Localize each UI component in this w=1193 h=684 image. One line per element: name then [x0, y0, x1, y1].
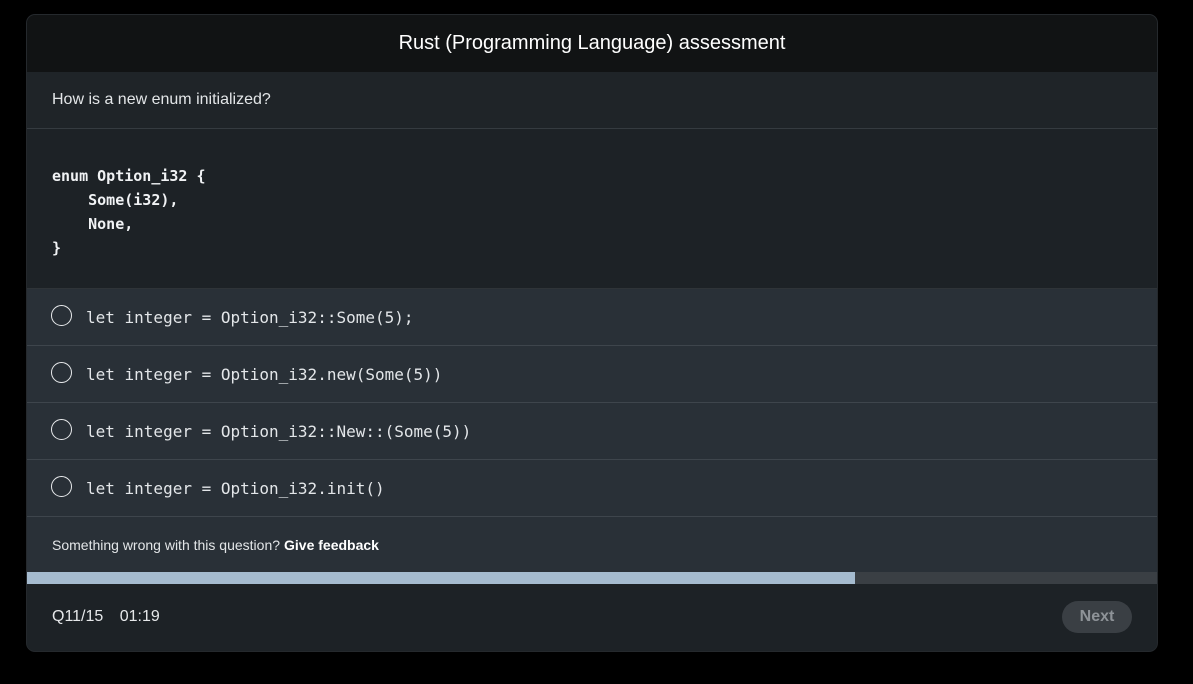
radio-button-icon[interactable] [51, 304, 72, 326]
feedback-row: Something wrong with this question? Give… [27, 517, 1157, 572]
feedback-prompt: Something wrong with this question? [52, 536, 281, 553]
next-button[interactable]: Next [1062, 601, 1132, 633]
question-counter: Q11/15 [52, 608, 104, 625]
progress-bar [27, 572, 1157, 584]
assessment-header: Rust (Programming Language) assessment [27, 15, 1157, 72]
assessment-modal: Rust (Programming Language) assessment H… [27, 15, 1157, 651]
question-text: How is a new enum initialized? [52, 91, 271, 108]
radio-button-icon[interactable] [51, 475, 72, 497]
question-prompt: How is a new enum initialized? [27, 72, 1157, 129]
give-feedback-link[interactable]: Give feedback [284, 537, 379, 553]
answer-option-3[interactable]: let integer = Option_i32::New::(Some(5)) [27, 403, 1157, 460]
assessment-title: Rust (Programming Language) assessment [398, 32, 786, 54]
radio-button-icon[interactable] [51, 418, 72, 440]
footer-status: Q11/15 01:19 [52, 608, 172, 626]
progress-bar-fill [27, 572, 856, 584]
assessment-footer: Q11/15 01:19 Next [27, 584, 1157, 650]
timer: 01:19 [119, 608, 160, 625]
radio-button-icon[interactable] [51, 361, 72, 383]
answer-option-label: let integer = Option_i32.init() [86, 478, 385, 498]
code-block: enum Option_i32 { Some(i32), None, } [27, 129, 1157, 289]
answer-option-label: let integer = Option_i32::Some(5); [86, 307, 414, 327]
answer-option-2[interactable]: let integer = Option_i32.new(Some(5)) [27, 346, 1157, 403]
answer-option-4[interactable]: let integer = Option_i32.init() [27, 460, 1157, 517]
answer-option-label: let integer = Option_i32.new(Some(5)) [86, 364, 443, 384]
answer-option-label: let integer = Option_i32::New::(Some(5)) [86, 421, 472, 441]
code-snippet: enum Option_i32 { Some(i32), None, } [52, 167, 206, 257]
answer-option-1[interactable]: let integer = Option_i32::Some(5); [27, 289, 1157, 346]
answer-options: let integer = Option_i32::Some(5); let i… [27, 289, 1157, 517]
